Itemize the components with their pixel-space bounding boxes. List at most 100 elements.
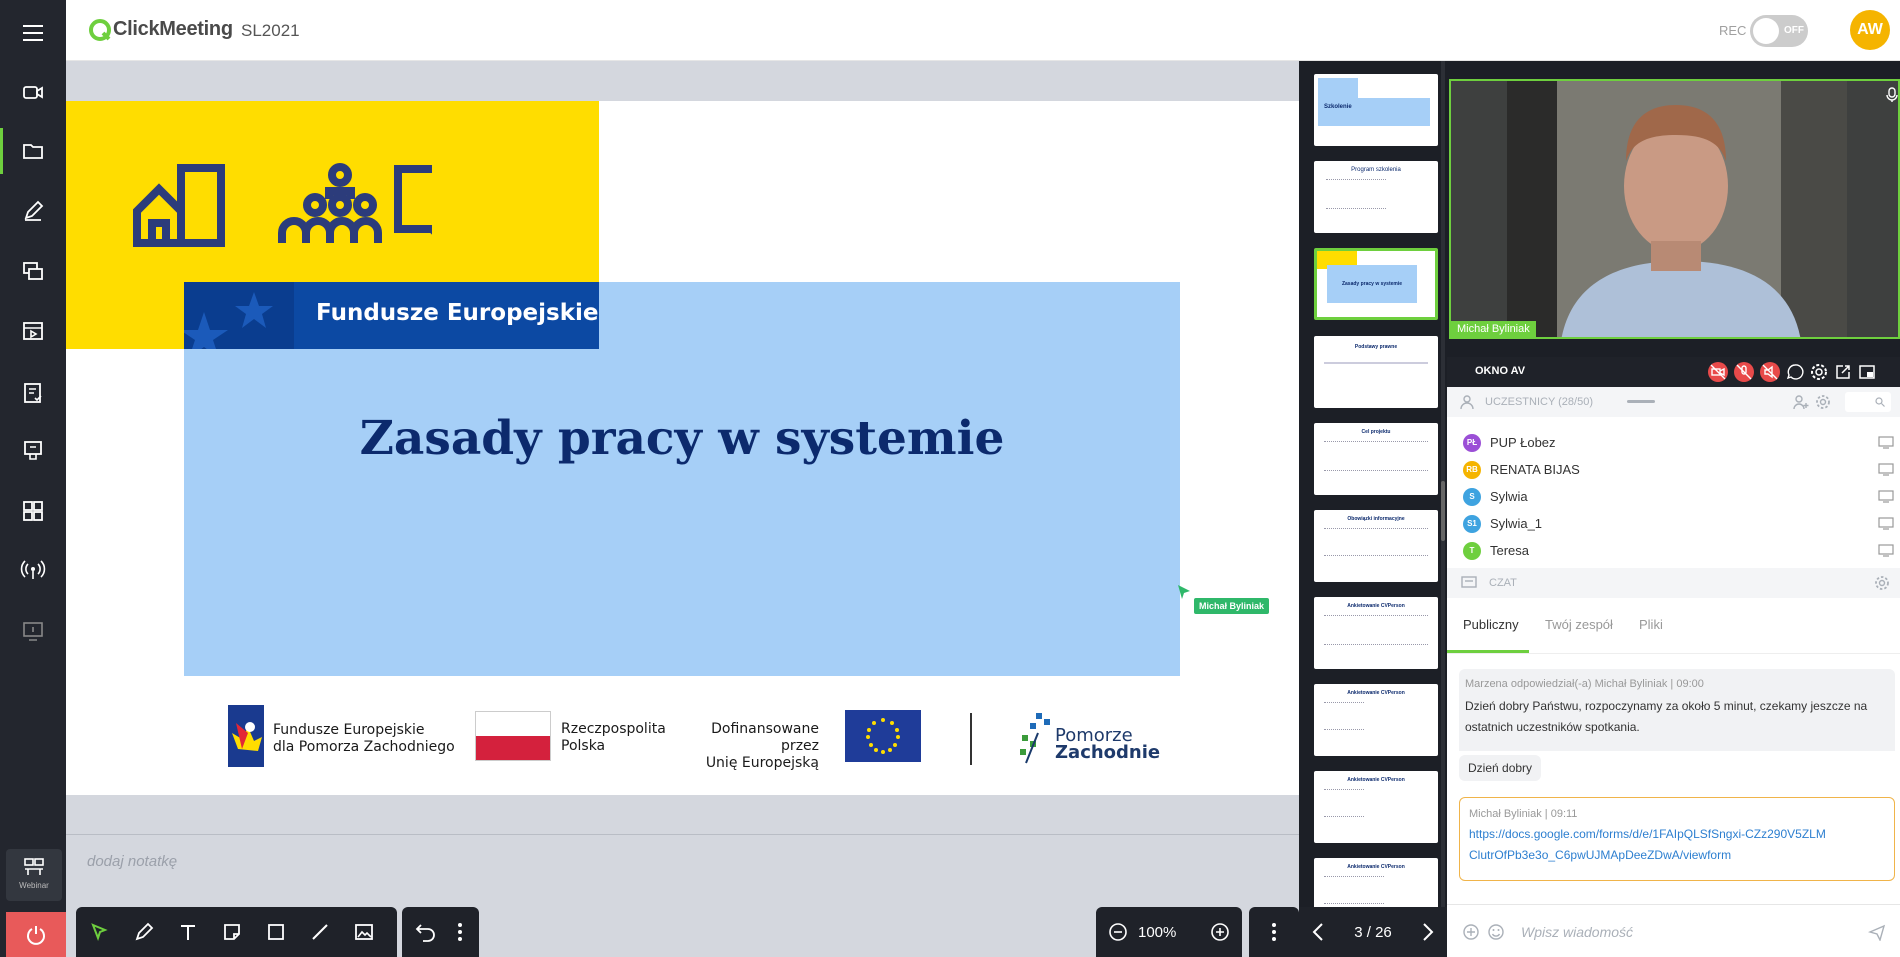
rectangle-tool-icon[interactable] [266, 922, 286, 942]
fe-logo-icon [228, 705, 264, 767]
slide-thumbnails-panel: Szkolenie Program szkolenia Zasady pracy… [1299, 61, 1447, 957]
chat-settings-icon[interactable] [1874, 575, 1890, 591]
speaker-name-tag: Michał Byliniak [1451, 321, 1536, 337]
webinar-icon [24, 858, 44, 875]
thumbnail-7[interactable]: Ankietowanie CVPerson [1314, 597, 1438, 669]
clickmeeting-logo-icon [89, 19, 111, 41]
chat-input-bar: Wpisz wiadomość [1447, 904, 1900, 957]
participant-name: Sylwia_1 [1490, 516, 1543, 531]
thumbnail-5[interactable]: Cel projektu [1314, 423, 1438, 495]
select-tool-icon[interactable] [90, 922, 110, 942]
participant-row[interactable]: S1 Sylwia_1 [1463, 513, 1894, 535]
undo-icon[interactable] [415, 922, 437, 942]
participant-row[interactable]: S Sylwia [1463, 486, 1894, 508]
thumbnail-3[interactable]: Zasady pracy w systemie [1314, 248, 1438, 320]
dashboard-icon[interactable] [20, 438, 46, 464]
pencil-tool-icon[interactable] [134, 922, 154, 942]
slide-title: Zasady pracy w systemie [359, 411, 1005, 466]
top-header: ClickMeeting SL2021 REC OFF AW [66, 0, 1900, 61]
participant-avatar: T [1463, 542, 1481, 560]
cast-icon[interactable] [20, 618, 46, 644]
presentation-stage: Fundusze Europejskie Zasady pracy w syst… [66, 61, 1299, 957]
participant-row[interactable]: PŁ PUP Łobez [1463, 432, 1894, 454]
participants-search-input[interactable] [1845, 392, 1891, 412]
send-icon[interactable] [1868, 923, 1886, 941]
slide: Fundusze Europejskie Zasady pracy w syst… [66, 101, 1299, 795]
popout-icon[interactable] [1834, 363, 1852, 381]
add-user-icon[interactable] [1793, 394, 1809, 410]
power-button[interactable] [6, 912, 66, 957]
active-indicator [0, 128, 3, 174]
image-tool-icon[interactable] [354, 922, 374, 942]
participants-icon [1460, 395, 1474, 410]
widgets-icon[interactable] [20, 498, 46, 524]
thumbnail-title: Szkolenie [1324, 104, 1352, 110]
drawing-toolbar [76, 907, 397, 957]
emoji-icon[interactable] [1487, 923, 1505, 941]
zoom-toolbar: 100% [1096, 907, 1242, 957]
tab-team[interactable]: Twój zespół [1545, 617, 1613, 632]
line-tool-icon[interactable] [310, 922, 330, 942]
attach-icon[interactable] [1462, 923, 1480, 941]
thumbnail-title: Obowiązki informacyjne [1347, 516, 1405, 522]
sticky-note-tool-icon[interactable] [222, 922, 242, 942]
participant-row[interactable]: T Teresa [1463, 540, 1894, 562]
rp-logo-text: Rzeczpospolita Polska [561, 721, 666, 755]
video-icon[interactable] [20, 318, 46, 344]
participant-name: PUP Łobez [1490, 435, 1556, 450]
folder-icon[interactable] [20, 138, 46, 164]
chat-input[interactable]: Wpisz wiadomość [1521, 924, 1633, 940]
screen-icon[interactable] [1878, 490, 1894, 503]
speaker-video[interactable]: Michał Byliniak [1449, 79, 1900, 339]
settings-icon[interactable] [1809, 362, 1829, 382]
text-tool-icon[interactable] [178, 922, 198, 942]
screen-icon[interactable] [1878, 544, 1894, 557]
thumbnail-9[interactable]: Ankietowanie CVPerson [1314, 771, 1438, 843]
thumbnail-4[interactable]: Podstawy prawne [1314, 336, 1438, 408]
slide-pictograms-icon [133, 163, 432, 247]
tab-public[interactable]: Publiczny [1463, 617, 1519, 632]
camera-off-icon[interactable] [1707, 361, 1729, 383]
broadcast-icon[interactable] [20, 557, 46, 583]
screen-icon[interactable] [1878, 463, 1894, 476]
zoom-in-icon[interactable] [1210, 922, 1230, 942]
more-options-icon[interactable] [457, 922, 463, 942]
speaker-off-icon[interactable] [1759, 361, 1781, 383]
layout-icon[interactable] [1858, 363, 1876, 381]
thumbnail-8[interactable]: Ankietowanie CVPerson [1314, 684, 1438, 756]
resize-handle[interactable] [1627, 400, 1655, 403]
notes-placeholder[interactable]: dodaj notatkę [87, 853, 177, 870]
participant-name: RENATA BIJAS [1490, 462, 1580, 477]
participant-row[interactable]: RB RENATA BIJAS [1463, 459, 1894, 481]
screen-icon[interactable] [1878, 436, 1894, 449]
notes-divider [66, 834, 1299, 835]
thumbnail-1[interactable]: Szkolenie [1314, 74, 1438, 146]
message-link[interactable]: https://docs.google.com/forms/d/e/1FAIpQ… [1469, 824, 1829, 866]
thumbnail-title: Ankietowanie CVPerson [1347, 603, 1405, 609]
thumbnail-2[interactable]: Program szkolenia [1314, 161, 1438, 233]
camera-icon[interactable] [20, 79, 46, 105]
next-slide-icon[interactable] [1421, 922, 1435, 942]
rec-state: OFF [1784, 25, 1804, 36]
test-icon[interactable] [20, 379, 46, 405]
participants-header: UCZESTNICY (28/50) [1447, 387, 1900, 417]
edit-icon[interactable] [20, 198, 46, 224]
menu-icon[interactable] [20, 20, 46, 46]
webinar-button[interactable]: Webinar [6, 849, 62, 901]
left-sidebar: Webinar [0, 0, 66, 957]
mic-off-icon[interactable] [1733, 361, 1755, 383]
thumbnails-scrollbar[interactable] [1441, 61, 1445, 957]
screen-share-icon[interactable] [20, 258, 46, 284]
ue-logo-line1: Dofinansowane przez [711, 721, 819, 754]
chat-bubble-icon[interactable] [1786, 363, 1804, 381]
rec-toggle[interactable]: OFF [1750, 15, 1808, 47]
screen-icon[interactable] [1878, 517, 1894, 530]
more-vertical-icon[interactable] [1271, 922, 1277, 942]
zoom-out-icon[interactable] [1108, 922, 1128, 942]
eu-banner-text: Fundusze Europejskie [316, 300, 599, 326]
user-avatar[interactable]: AW [1850, 10, 1890, 50]
room-name: SL2021 [241, 21, 300, 40]
participants-settings-icon[interactable] [1815, 394, 1831, 410]
tab-files[interactable]: Pliki [1639, 617, 1663, 632]
thumbnail-6[interactable]: Obowiązki informacyjne [1314, 510, 1438, 582]
